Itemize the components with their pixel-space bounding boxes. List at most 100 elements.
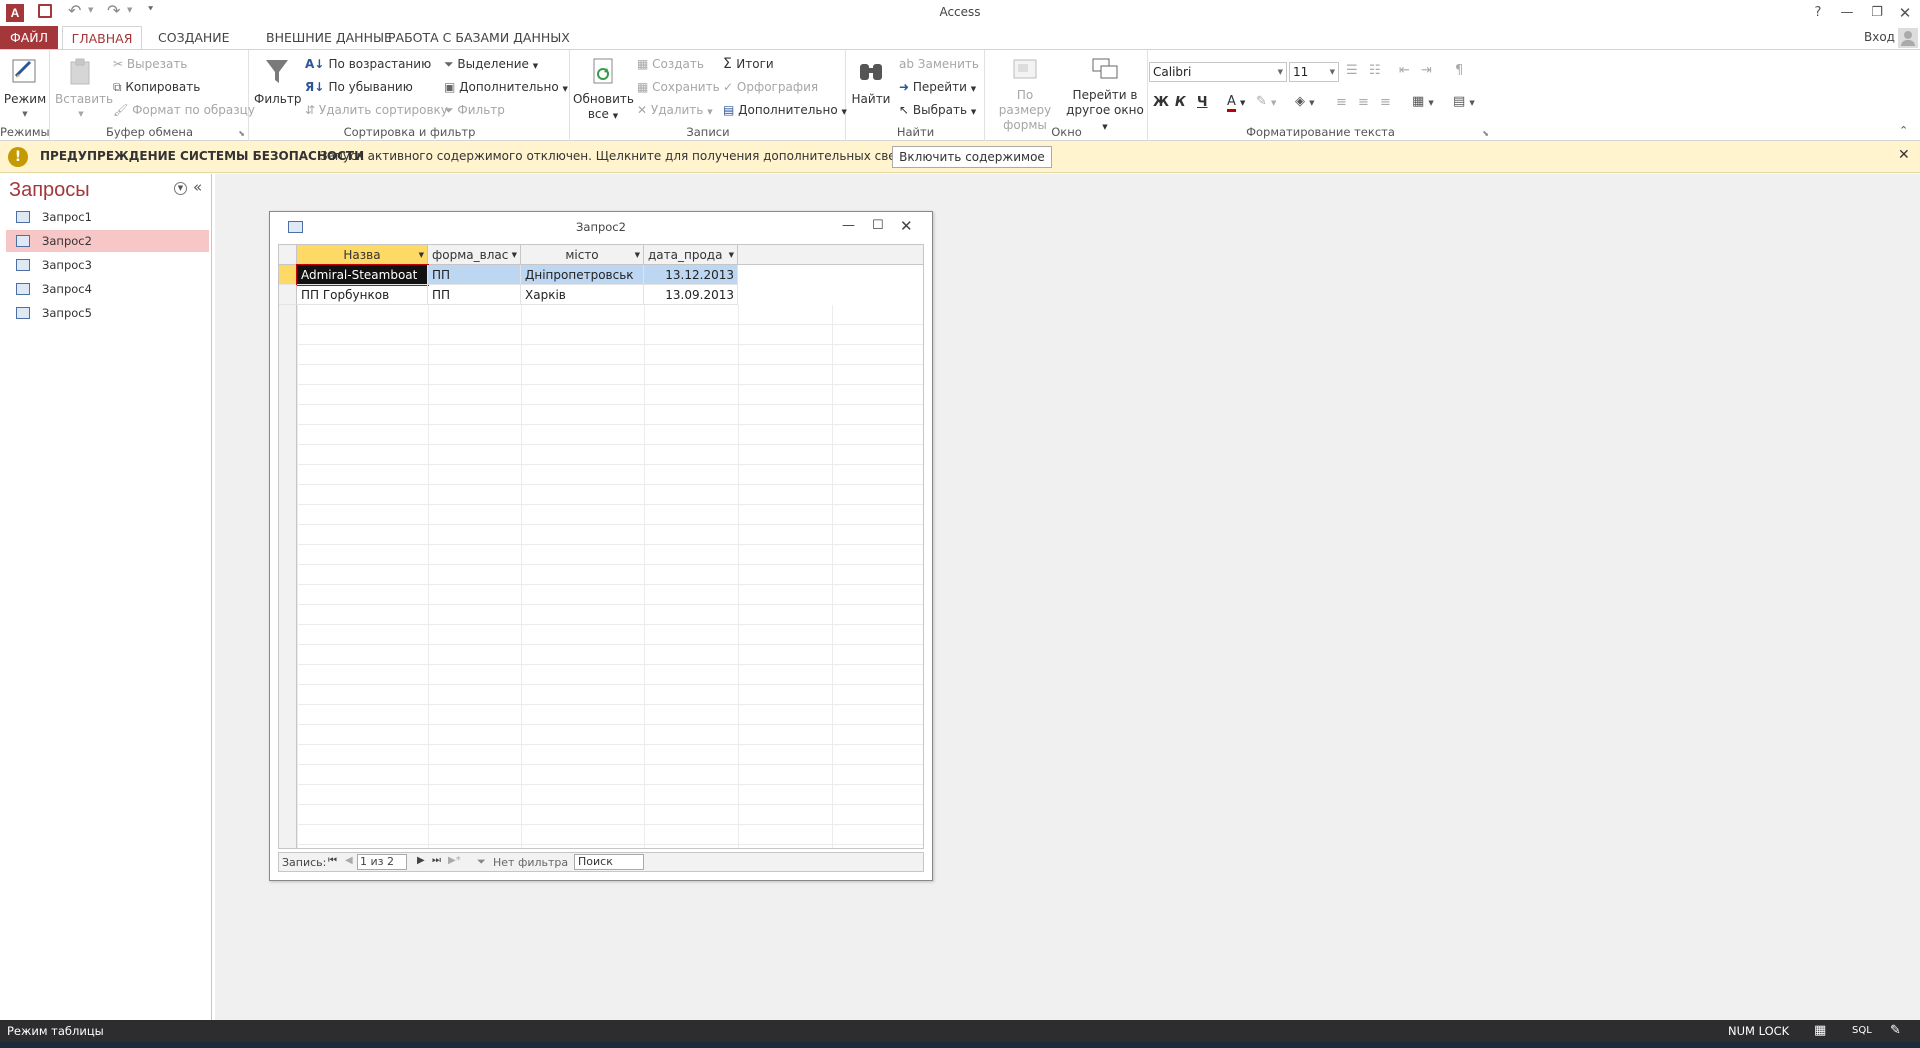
find-button[interactable]: Найти [849, 56, 893, 107]
chevron-down-icon[interactable]: ▼ [512, 245, 517, 264]
view-mode-button[interactable]: Режим ▼ [2, 56, 48, 122]
toggle-filter-button[interactable]: ⏷ Фильтр [444, 102, 505, 118]
selection-button[interactable]: ⏷ Выделение ▼ [444, 56, 538, 74]
next-record-icon[interactable]: ▶ [417, 855, 425, 866]
row-selector[interactable] [279, 285, 297, 305]
spelling-button[interactable]: ✓ Орфография [723, 79, 818, 95]
totals-button[interactable]: Σ Итоги [723, 56, 774, 72]
tab-database-tools[interactable]: РАБОТА С БАЗАМИ ДАННЫХ [378, 26, 580, 50]
font-color-button[interactable]: A ▼ [1227, 94, 1245, 112]
sort-descending-button[interactable]: Я↓ По убыванию [305, 79, 413, 95]
column-header-city[interactable]: місто ▼ [521, 245, 644, 265]
more-records-button[interactable]: ▤ Дополнительно ▼ [723, 102, 847, 120]
select-all-corner[interactable] [279, 245, 297, 265]
new-record-icon[interactable]: ▶* [448, 855, 461, 866]
alternate-fill-button[interactable]: ▦ ▼ [1412, 94, 1434, 109]
column-header-ownership[interactable]: форма_влас ▼ [428, 245, 521, 265]
paragraph-icon[interactable]: ¶ [1455, 63, 1463, 78]
format-painter-button[interactable]: 🖌 Формат по образцу [113, 102, 255, 118]
first-record-icon[interactable]: ⏮ [328, 855, 337, 866]
tab-file[interactable]: ФАЙЛ [0, 26, 58, 50]
query-minimize-button[interactable]: — [842, 218, 855, 233]
clipboard-launcher-icon[interactable]: ⬊ [238, 129, 245, 138]
table-cell[interactable]: ПП [428, 265, 521, 285]
row-selector[interactable] [279, 265, 297, 285]
nav-pane-title[interactable]: Запросы [9, 179, 90, 202]
table-cell[interactable]: Admiral-Steamboat [296, 264, 429, 286]
signin-link[interactable]: Вход [1864, 30, 1895, 44]
restore-button[interactable]: ❐ [1866, 3, 1888, 23]
last-record-icon[interactable]: ⏭ [432, 855, 441, 866]
chevron-down-icon[interactable]: ▼ [419, 245, 424, 264]
enable-content-button[interactable]: Включить содержимое [892, 146, 1052, 168]
sort-ascending-button[interactable]: A↓ По возрастанию [305, 56, 431, 72]
italic-button[interactable]: К [1175, 95, 1186, 110]
tab-home[interactable]: ГЛАВНАЯ [62, 26, 142, 50]
new-record-button[interactable]: ▦ Создать [637, 56, 704, 72]
delete-record-button[interactable]: ✕ Удалить ▼ [637, 102, 713, 120]
nav-item-query3[interactable]: Запрос3 [6, 254, 209, 276]
bullets-icon[interactable]: ☰ [1346, 63, 1358, 78]
filter-status[interactable]: Нет фильтра [493, 856, 568, 869]
collapse-ribbon-icon[interactable]: ⌃ [1899, 124, 1908, 137]
warning-message[interactable]: Запуск активного содержимого отключен. Щ… [320, 149, 939, 163]
align-left-icon[interactable]: ≡ [1336, 95, 1347, 110]
fill-color-button[interactable]: ◈ ▼ [1295, 94, 1315, 109]
column-header-date[interactable]: дата_прода ▼ [644, 245, 738, 265]
nav-item-query1[interactable]: Запрос1 [6, 206, 209, 228]
font-size-combo[interactable]: 11 ▼ [1289, 62, 1339, 82]
table-cell[interactable]: ПП Горбунков [297, 285, 428, 305]
nav-item-query2[interactable]: Запрос2 [6, 230, 209, 252]
remove-sort-button[interactable]: ⇵ Удалить сортировку [305, 102, 448, 118]
save-record-button[interactable]: ▦ Сохранить [637, 79, 720, 95]
table-cell[interactable]: 13.09.2013 [644, 285, 738, 305]
refresh-all-button[interactable]: Обновить все ▼ [573, 56, 634, 124]
indent-increase-icon[interactable]: ⇥ [1421, 63, 1432, 78]
query-close-button[interactable]: ✕ [900, 217, 913, 235]
highlight-button[interactable]: ✎ ▼ [1256, 94, 1276, 109]
goto-button[interactable]: ➜ Перейти ▼ [899, 79, 976, 97]
datasheet-view-icon[interactable]: ▦ [1814, 1020, 1826, 1042]
nav-item-query5[interactable]: Запрос5 [6, 302, 209, 324]
indent-decrease-icon[interactable]: ⇤ [1399, 63, 1410, 78]
sql-view-button[interactable]: SQL [1852, 1020, 1872, 1042]
nav-menu-icon[interactable]: ▼ [174, 182, 187, 195]
minimize-button[interactable]: — [1836, 3, 1858, 23]
user-avatar[interactable] [1898, 28, 1918, 48]
help-button[interactable]: ? [1808, 3, 1828, 23]
bold-button[interactable]: Ж [1153, 95, 1169, 110]
cut-button[interactable]: ✂ Вырезать [113, 56, 187, 72]
gridlines-button[interactable]: ▤ ▼ [1453, 94, 1475, 109]
query-maximize-button[interactable]: ☐ [872, 218, 884, 233]
close-button[interactable]: ✕ [1894, 3, 1916, 23]
advanced-filter-button[interactable]: ▣ Дополнительно ▼ [444, 79, 568, 97]
query-window-title[interactable]: Запрос2 [270, 212, 932, 242]
collapse-nav-icon[interactable]: « [193, 178, 202, 196]
underline-button[interactable]: Ч [1197, 95, 1208, 110]
text-format-launcher-icon[interactable]: ⬊ [1482, 129, 1489, 138]
design-view-icon[interactable]: ✎ [1890, 1020, 1901, 1042]
column-header-name[interactable]: Назва ▼ [297, 245, 428, 265]
record-position-input[interactable]: 1 из 2 [357, 854, 407, 870]
align-center-icon[interactable]: ≡ [1358, 95, 1369, 110]
chevron-down-icon[interactable]: ▼ [729, 245, 734, 264]
font-name-combo[interactable]: Calibri ▼ [1149, 62, 1287, 82]
align-right-icon[interactable]: ≡ [1380, 95, 1391, 110]
table-cell[interactable]: Харків [521, 285, 644, 305]
prev-record-icon[interactable]: ◀ [345, 855, 353, 866]
close-warning-icon[interactable]: ✕ [1898, 147, 1910, 163]
table-cell[interactable]: 13.12.2013 [644, 265, 738, 285]
paste-button[interactable]: Вставить ▼ [55, 56, 113, 122]
table-cell[interactable]: Дніпропетровськ [521, 265, 644, 285]
column-header-add[interactable] [738, 245, 923, 265]
size-to-fit-button[interactable]: По размеру формы [990, 56, 1060, 133]
switch-windows-button[interactable]: Перейти в другое окно ▼ [1064, 56, 1146, 135]
filter-button[interactable]: Фильтр [254, 56, 301, 107]
table-cell[interactable]: ПП [428, 285, 521, 305]
numbering-icon[interactable]: ☷ [1369, 63, 1381, 78]
search-input[interactable]: Поиск [574, 854, 644, 870]
select-button[interactable]: ↖ Выбрать ▼ [899, 102, 976, 120]
nav-item-query4[interactable]: Запрос4 [6, 278, 209, 300]
chevron-down-icon[interactable]: ▼ [635, 245, 640, 264]
replace-button[interactable]: ab Заменить [899, 56, 979, 72]
